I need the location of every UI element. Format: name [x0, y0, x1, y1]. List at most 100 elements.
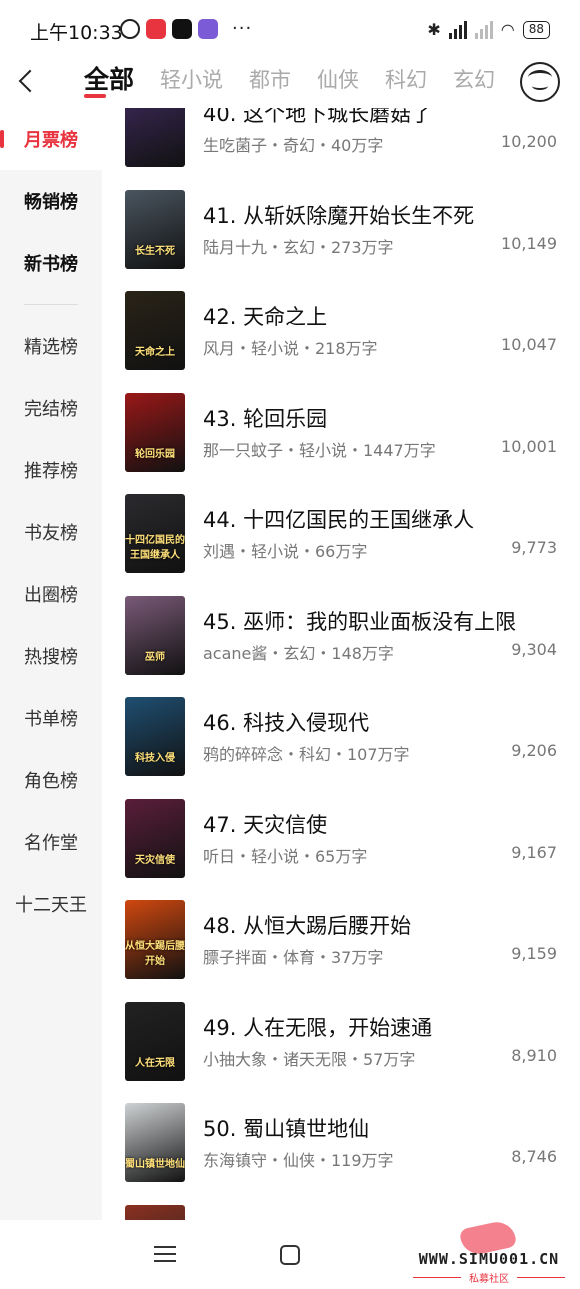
book-row[interactable]: 人在无限 49. 人在无限，开始速通小抽大象・诸天无限・57万字 8,910	[102, 1001, 580, 1103]
book-votes: 9,206	[511, 741, 557, 760]
book-votes: 9,159	[511, 944, 557, 963]
sidebar-item-secondary-7[interactable]: 角色榜	[0, 749, 102, 811]
watermark-subtitle: 私募社区	[403, 1270, 575, 1285]
avatar[interactable]	[520, 62, 560, 102]
sidebar-item-secondary-4[interactable]: 出圈榜	[0, 563, 102, 625]
back-arrow-icon[interactable]	[12, 62, 44, 102]
book-row[interactable]: 巫师 45. 巫师：我的职业面板没有上限 acane酱・玄幻・148万字 9,304	[102, 595, 580, 697]
book-row-partial[interactable]	[102, 1204, 580, 1220]
wifi-icon: ◠	[500, 20, 515, 39]
system-nav-bar: WWW.SIMU001.CN 私募社区	[0, 1218, 580, 1289]
book-title[interactable]: 46. 科技入侵现代	[203, 707, 369, 737]
book-meta: 风月・轻小说・218万字	[203, 339, 378, 358]
book-title[interactable]: 48. 从恒大踢后腰开始	[203, 910, 411, 940]
book-votes: 9,773	[511, 538, 557, 557]
book-votes: 9,167	[511, 842, 557, 862]
sidebar-item-primary-0[interactable]: 月票榜	[0, 108, 102, 170]
book-title[interactable]: 43. 轮回乐园	[203, 403, 327, 433]
book-title[interactable]: 49. 人在无限，开始速通	[203, 1012, 432, 1042]
book-meta: 那一只蚊子・轻小说・1447万字	[203, 440, 436, 460]
app-icon	[198, 18, 218, 39]
sidebar-item-secondary-9[interactable]: 十二天王	[0, 873, 102, 935]
book-votes: 9,304	[511, 639, 557, 659]
sidebar-item-secondary-0[interactable]: 精选榜	[0, 315, 102, 377]
book-title[interactable]: 41. 从斩妖除魔开始长生不死	[203, 200, 474, 230]
tab-2[interactable]: 都市	[249, 60, 291, 100]
sidebar-item-secondary-6[interactable]: 书单榜	[0, 687, 102, 749]
book-cover-title: 天灾信使	[135, 854, 175, 866]
watermark: WWW.SIMU001.CN 私募社区	[403, 1218, 575, 1289]
book-row[interactable]: 轮回乐园 43. 轮回乐园那一只蚊子・轻小说・1447万字 10,001	[102, 392, 580, 494]
book-cover[interactable]: 天灾信使	[125, 798, 185, 878]
book-meta: 听日・轻小说・65万字	[203, 846, 368, 866]
sidebar-item-primary-2[interactable]: 新书榜	[0, 232, 102, 294]
book-cover-title: 巫师	[145, 651, 165, 663]
sidebar-item-secondary-1[interactable]: 完结榜	[0, 377, 102, 439]
book-row[interactable]: 40. 这个地下城长蘑菇了 生吃菌子・奇幻・40万字 10,200	[102, 108, 580, 189]
book-meta: 陆月十九・玄幻・273万字	[203, 237, 394, 257]
home-icon[interactable]	[280, 1245, 300, 1265]
sidebar-item-primary-1[interactable]: 畅销榜	[0, 170, 102, 232]
alarm-icon	[120, 18, 140, 39]
status-notification-icons: ···	[120, 18, 252, 39]
book-title[interactable]: 50. 蜀山镇世地仙	[203, 1113, 369, 1143]
hd-signal-icon	[448, 20, 467, 39]
book-cover-title: 十四亿国民的王国继承人	[125, 535, 185, 561]
book-title[interactable]: 47. 天灾信使	[203, 809, 327, 839]
book-meta: 生吃菌子・奇幻・40万字	[203, 136, 384, 155]
book-cover[interactable]: 十四亿国民的王国继承人	[125, 494, 185, 573]
book-ranking-list: 40. 这个地下城长蘑菇了 生吃菌子・奇幻・40万字 10,200 长生不死 41. 从…	[102, 108, 580, 1220]
status-system-icons: ✱ ◠ 88	[427, 20, 550, 39]
book-meta: 小抽大象・诸天无限・57万字	[203, 1049, 416, 1069]
tab-4[interactable]: 科幻	[385, 60, 427, 100]
book-title[interactable]: 45. 巫师：我的职业面板没有上限	[203, 606, 516, 636]
sidebar-item-secondary-3[interactable]: 书友榜	[0, 501, 102, 563]
book-row[interactable]: 天命之上 42. 天命之上 风月・轻小说・218万字 10,047	[102, 291, 580, 392]
more-notifications-icon: ···	[232, 18, 253, 39]
book-row[interactable]: 从恒大踢后腰开始 48. 从恒大踢后腰开始膘子拌面・体育・37万字 9,159	[102, 900, 580, 1001]
book-cover-title: 长生不死	[135, 245, 175, 257]
tab-1[interactable]: 轻小说	[160, 60, 223, 100]
book-cover[interactable]: 蜀山镇世地仙	[125, 1103, 185, 1182]
category-tabs: 全部 轻小说 都市 仙侠 科幻 玄幻	[84, 60, 495, 100]
sidebar-item-secondary-5[interactable]: 热搜榜	[0, 625, 102, 687]
book-title[interactable]: 42. 天命之上	[203, 301, 327, 331]
sidebar-divider	[24, 304, 78, 305]
book-meta: 鸦的碎碎念・科幻・107万字	[203, 745, 410, 764]
book-votes: 8,910	[511, 1045, 557, 1065]
book-row[interactable]: 长生不死 41. 从斩妖除魔开始长生不死 陆月十九・玄幻・273万字 10,149	[102, 189, 580, 291]
book-cover[interactable]: 从恒大踢后腰开始	[125, 900, 185, 979]
menu-icon[interactable]	[154, 1246, 176, 1262]
tab-3[interactable]: 仙侠	[317, 60, 359, 100]
book-cover[interactable]	[125, 1204, 185, 1220]
book-cover[interactable]: 天命之上	[125, 291, 185, 370]
tab-5[interactable]: 玄幻	[453, 60, 495, 100]
book-votes: 10,200	[501, 132, 557, 151]
book-cover[interactable]: 长生不死	[125, 189, 185, 269]
book-cover[interactable]: 巫师	[125, 595, 185, 675]
book-meta: 刘遇・轻小说・66万字	[203, 542, 368, 561]
book-row[interactable]: 蜀山镇世地仙 50. 蜀山镇世地仙 东海镇守・仙侠・119万字 8,746	[102, 1103, 580, 1204]
book-cover[interactable]: 科技入侵	[125, 697, 185, 776]
book-title[interactable]: 44. 十四亿国民的王国继承人	[203, 504, 474, 534]
bluetooth-icon: ✱	[427, 20, 441, 39]
book-cover[interactable]: 人在无限	[125, 1001, 185, 1081]
sidebar-item-secondary-2[interactable]: 推荐榜	[0, 439, 102, 501]
book-cover-title: 轮回乐园	[135, 448, 175, 460]
book-cover[interactable]: 轮回乐园	[125, 392, 185, 472]
book-row[interactable]: 天灾信使 47. 天灾信使听日・轻小说・65万字 9,167	[102, 798, 580, 900]
status-time: 上午10:33	[30, 22, 123, 44]
watermark-url: WWW.SIMU001.CN	[418, 1250, 560, 1268]
tab-0[interactable]: 全部	[84, 60, 134, 100]
book-votes: 10,001	[501, 436, 557, 456]
book-cover[interactable]	[125, 108, 185, 167]
sidebar-item-secondary-8[interactable]: 名作堂	[0, 811, 102, 873]
book-cover-title: 天命之上	[135, 347, 175, 358]
app-notification-icon	[146, 18, 166, 39]
book-meta: 膘子拌面・体育・37万字	[203, 948, 384, 967]
book-meta: acane酱・玄幻・148万字	[203, 643, 394, 663]
battery-icon: 88	[522, 20, 550, 39]
book-row[interactable]: 科技入侵 46. 科技入侵现代鸦的碎碎念・科幻・107万字 9,206	[102, 697, 580, 798]
book-title[interactable]: 40. 这个地下城长蘑菇了	[203, 108, 432, 128]
book-row[interactable]: 十四亿国民的王国继承人 44. 十四亿国民的王国继承人刘遇・轻小说・66万字 9,7…	[102, 494, 580, 595]
